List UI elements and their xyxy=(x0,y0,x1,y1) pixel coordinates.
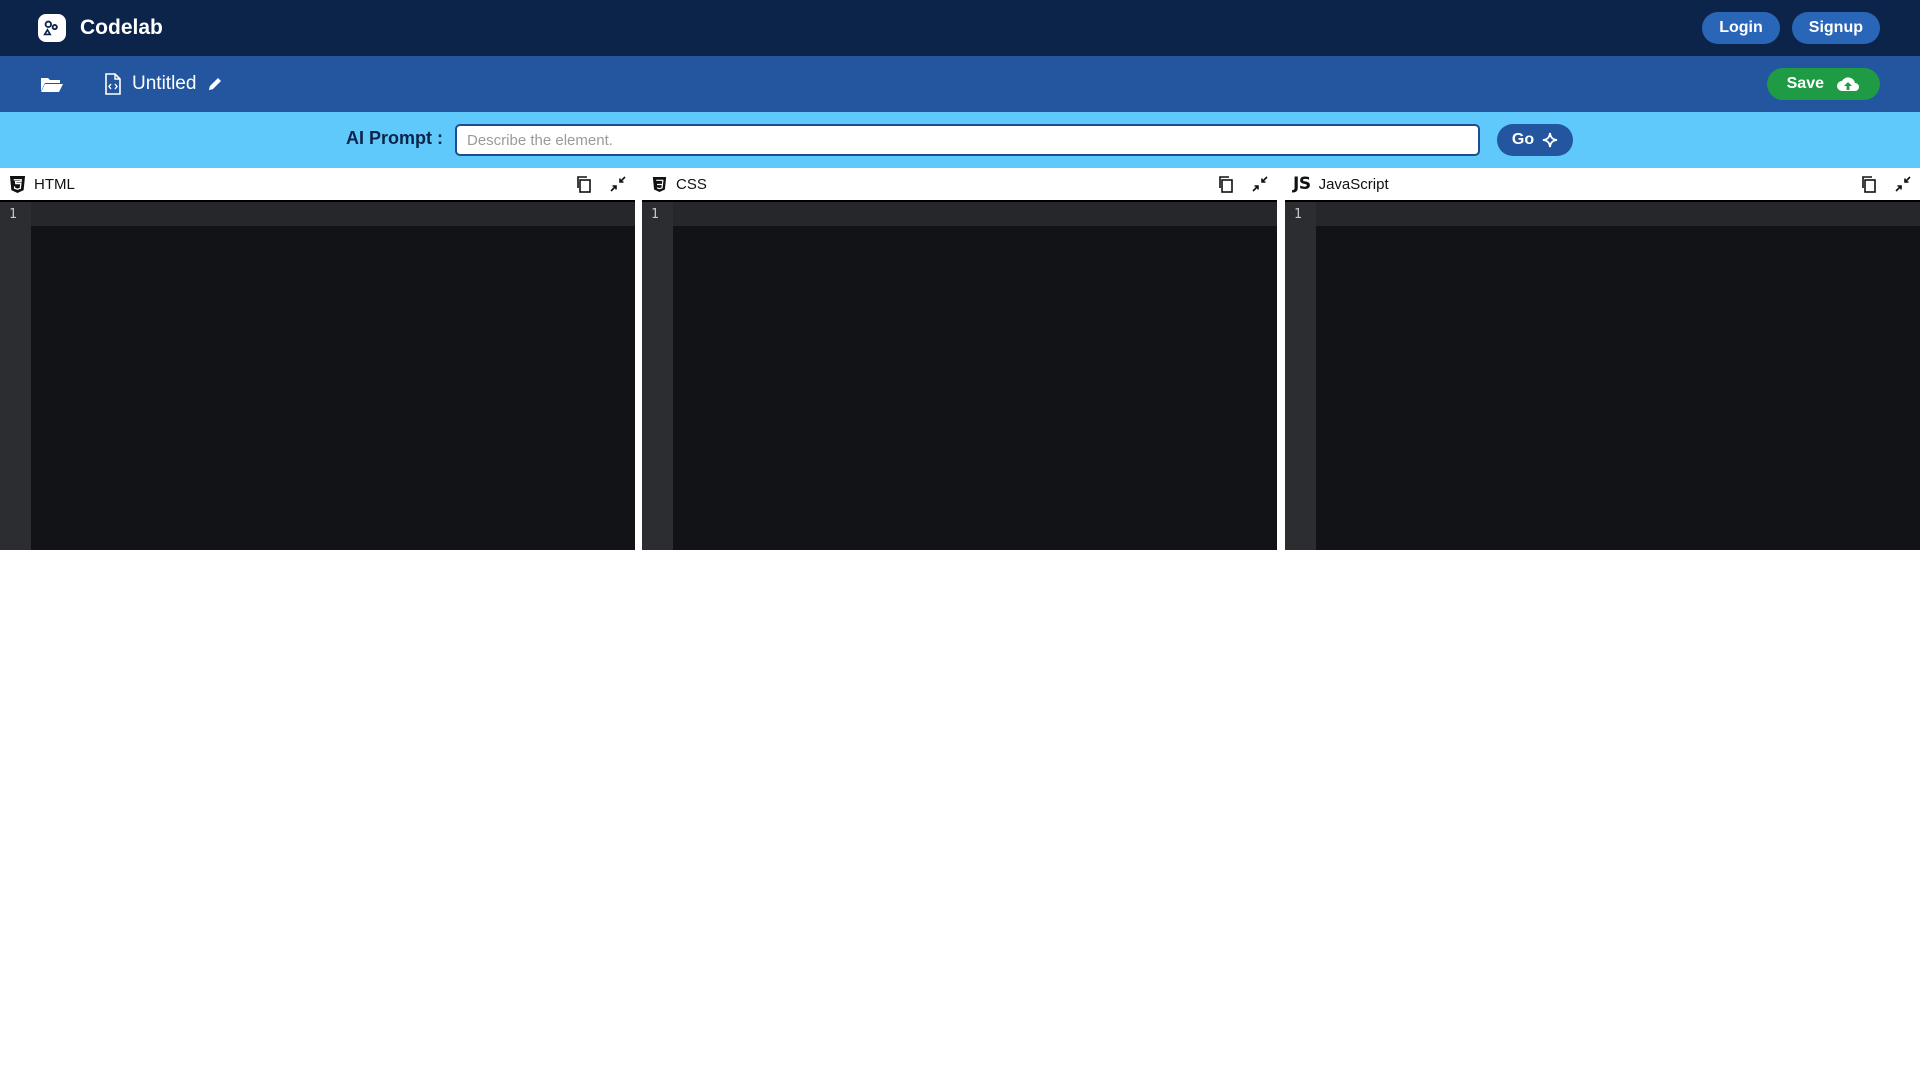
copy-icon[interactable] xyxy=(1860,175,1878,193)
html5-icon xyxy=(8,174,26,194)
signup-button[interactable]: Signup xyxy=(1791,12,1880,44)
cloud-upload-icon xyxy=(1837,77,1859,91)
sparkle-icon xyxy=(1542,132,1558,148)
code-editor[interactable]: 1 xyxy=(1285,200,1920,550)
code-file-icon xyxy=(105,73,121,95)
css3-icon xyxy=(650,174,668,194)
pane-actions xyxy=(1217,175,1269,193)
html-editor-pane: HTML 1 xyxy=(0,168,635,550)
active-line-highlight xyxy=(31,202,635,226)
active-line-highlight xyxy=(1316,202,1920,226)
go-label: Go xyxy=(1511,131,1535,148)
pane-header: CSS xyxy=(642,168,1277,200)
pane-language-label: HTML xyxy=(34,175,75,193)
pane-language-label: JavaScript xyxy=(1318,175,1389,193)
editor-panes: HTML 1 CSS 1 JS JavaScript 1 xyxy=(0,168,1920,550)
ai-prompt-bar: AI Prompt : Go xyxy=(0,112,1920,168)
go-button[interactable]: Go xyxy=(1497,124,1573,156)
js-icon: JS xyxy=(1293,174,1311,194)
css-editor-pane: CSS 1 xyxy=(642,168,1277,550)
line-gutter: 1 xyxy=(642,202,673,550)
pane-header: JS JavaScript xyxy=(1285,168,1920,200)
line-gutter: 1 xyxy=(1285,202,1316,550)
app-name: Codelab xyxy=(80,16,163,39)
codelab-logo-icon xyxy=(38,14,66,42)
file-toolbar: Untitled Save xyxy=(0,56,1920,112)
ai-prompt-label: AI Prompt : xyxy=(346,128,443,148)
open-folder-icon[interactable] xyxy=(40,73,64,95)
pane-actions xyxy=(575,175,627,193)
pane-language-label: CSS xyxy=(676,175,707,193)
copy-icon[interactable] xyxy=(1217,175,1235,193)
login-button[interactable]: Login xyxy=(1702,12,1780,44)
brand[interactable]: Codelab xyxy=(38,14,163,42)
code-editor[interactable]: 1 xyxy=(642,200,1277,550)
pane-actions xyxy=(1860,175,1912,193)
save-button[interactable]: Save xyxy=(1766,68,1880,100)
ai-prompt-input[interactable] xyxy=(455,124,1480,156)
edit-pencil-icon[interactable] xyxy=(206,75,224,93)
auth-buttons: Login Signup xyxy=(1702,12,1880,44)
active-line-highlight xyxy=(673,202,1277,226)
javascript-editor-pane: JS JavaScript 1 xyxy=(1285,168,1920,550)
file-title: Untitled xyxy=(104,73,224,95)
line-number: 1 xyxy=(1294,207,1302,222)
minimize-icon[interactable] xyxy=(1894,175,1912,193)
line-number: 1 xyxy=(9,207,17,222)
line-number: 1 xyxy=(651,207,659,222)
top-navbar: Codelab Login Signup xyxy=(0,0,1920,56)
minimize-icon[interactable] xyxy=(609,175,627,193)
line-gutter: 1 xyxy=(0,202,31,550)
code-editor[interactable]: 1 xyxy=(0,200,635,550)
minimize-icon[interactable] xyxy=(1251,175,1269,193)
file-name[interactable]: Untitled xyxy=(132,73,196,95)
save-label: Save xyxy=(1786,75,1824,92)
pane-header: HTML xyxy=(0,168,635,200)
copy-icon[interactable] xyxy=(575,175,593,193)
